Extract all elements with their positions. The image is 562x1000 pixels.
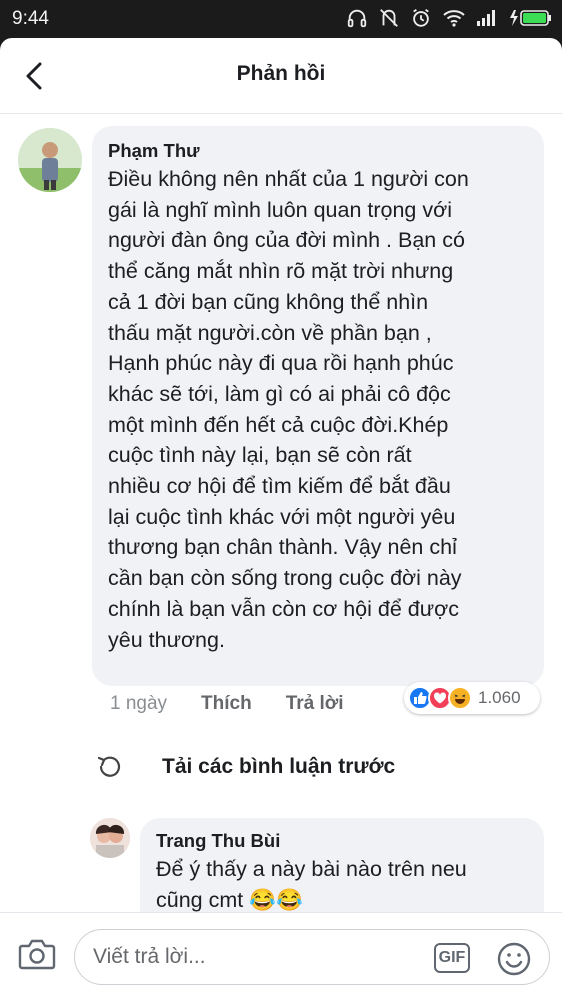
camera-icon	[18, 939, 56, 970]
replies-sheet: Phản hồi Phạm Thư Điều không nên nhất củ…	[0, 38, 562, 1000]
emoji-button[interactable]	[496, 941, 532, 982]
reply-text-content: Để ý thấy a này bài nào trên neu cũng cm…	[156, 857, 467, 912]
reactions-summary[interactable]: 1.060	[404, 682, 540, 714]
headphones-icon	[347, 9, 367, 28]
gif-button[interactable]: GIF	[434, 943, 470, 973]
wifi-icon	[443, 10, 465, 27]
haha-icon	[448, 686, 472, 710]
comment-author[interactable]: Phạm Thư	[108, 140, 528, 162]
smiley-icon	[497, 942, 531, 976]
comment-time: 1 ngày	[110, 693, 168, 714]
header: Phản hồi	[0, 38, 562, 114]
reply-input[interactable]	[74, 929, 550, 985]
camera-button[interactable]	[18, 937, 56, 976]
comment-actions: 1 ngày Thích Trả lời	[110, 693, 378, 715]
status-icons	[346, 7, 552, 29]
reply-avatar-photo	[90, 818, 130, 858]
reply-author[interactable]: Trang Thu Bùi	[156, 830, 528, 852]
alarm-icon	[413, 8, 429, 27]
page-title: Phản hồi	[236, 62, 326, 85]
load-previous-label: Tải các bình luận trước	[162, 755, 396, 778]
refresh-icon	[97, 756, 121, 777]
reply-text: Để ý thấy a này bài nào trên neu cũng cm…	[156, 854, 528, 915]
reply-button[interactable]: Trả lời	[286, 693, 344, 715]
reaction-count: 1.060	[478, 688, 521, 707]
status-time: 9:44	[12, 8, 49, 29]
avatar[interactable]	[18, 128, 82, 192]
reply-avatar[interactable]	[90, 818, 130, 858]
comment-text: Điều không nên nhất của 1 người con gái …	[108, 167, 469, 652]
vibrate-off-icon	[380, 9, 398, 27]
reply-composer: GIF	[0, 912, 562, 1000]
load-previous-comments[interactable]: Tải các bình luận trước	[96, 754, 395, 780]
tears-of-joy-icon: 😂😂	[249, 887, 303, 912]
like-button[interactable]: Thích	[201, 693, 252, 715]
comment-bubble: Phạm Thư Điều không nên nhất của 1 người…	[92, 126, 544, 686]
status-bar: 9:44	[0, 0, 562, 38]
battery-charging-icon	[510, 10, 551, 26]
avatar-photo	[18, 128, 82, 192]
signal-icon	[477, 10, 495, 26]
